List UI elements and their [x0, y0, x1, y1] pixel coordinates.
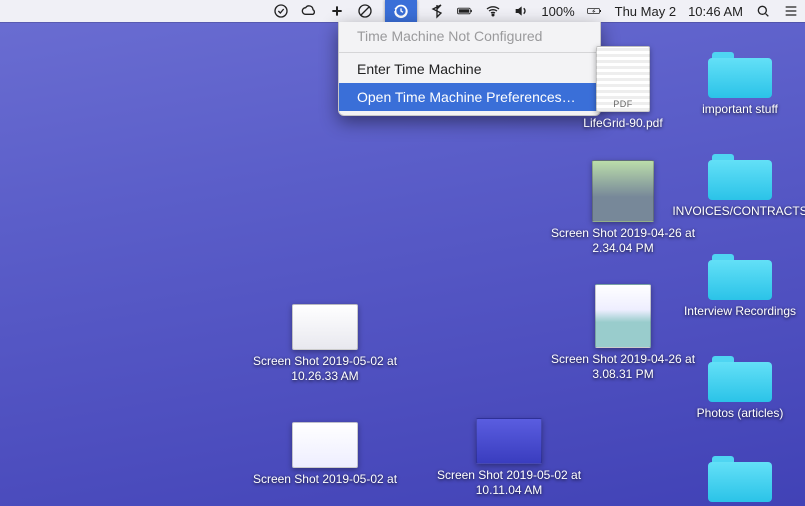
icon-label: Screen Shot 2019-05-02 at 10.26.33 AM [250, 354, 400, 384]
file-screenshot-4[interactable]: Screen Shot 2019-05-02 at 10.11.04 AM [434, 418, 584, 498]
file-screenshot-2[interactable]: Screen Shot 2019-04-26 at 3.08.31 PM [548, 284, 698, 382]
time-machine-menu[interactable] [385, 0, 417, 22]
wifi-icon[interactable] [485, 0, 501, 22]
checkmark-icon[interactable] [273, 0, 289, 22]
image-icon [292, 422, 358, 468]
folder-icon [708, 154, 772, 200]
icon-label: Photos (articles) [697, 406, 784, 421]
do-not-disturb-icon[interactable] [357, 0, 373, 22]
image-icon [476, 418, 542, 464]
image-icon [595, 284, 651, 348]
folder-icon [708, 456, 772, 502]
bluetooth-icon[interactable] [429, 0, 445, 22]
menubar: 100% Thu May 2 10:46 AM [0, 0, 805, 22]
icon-label: Screen Shot 2019-05-02 at 10.11.04 AM [434, 468, 584, 498]
plus-icon[interactable] [329, 0, 345, 22]
folder-icon [708, 254, 772, 300]
battery-charging-icon[interactable] [587, 0, 603, 22]
spotlight-icon[interactable] [755, 0, 771, 22]
folder-icon [708, 52, 772, 98]
icon-label: Interview Recordings [684, 304, 796, 319]
icon-label: Screen Shot 2019-04-26 at 2.34.04 PM [548, 226, 698, 256]
folder-bottom[interactable] [665, 456, 805, 502]
icon-label: Screen Shot 2019-04-26 at 3.08.31 PM [548, 352, 698, 382]
notification-center-icon[interactable] [783, 0, 799, 22]
folder-icon [708, 356, 772, 402]
file-screenshot-1[interactable]: Screen Shot 2019-04-26 at 2.34.04 PM [548, 160, 698, 256]
battery-percent: 100% [541, 0, 574, 22]
file-screenshot-3[interactable]: Screen Shot 2019-05-02 at 10.26.33 AM [250, 304, 400, 384]
icon-label: Screen Shot 2019-05-02 at [253, 472, 397, 487]
menubar-time[interactable]: 10:46 AM [688, 0, 743, 22]
desktop[interactable]: important stuff INVOICES/CONTRACTS Inter… [0, 22, 805, 506]
file-screenshot-5[interactable]: Screen Shot 2019-05-02 at [250, 422, 400, 487]
pdf-icon: PDF [596, 46, 650, 112]
icon-label: LifeGrid-90.pdf [583, 116, 662, 131]
menubar-date[interactable]: Thu May 2 [615, 0, 676, 22]
image-icon [592, 160, 654, 222]
icon-label: important stuff [702, 102, 778, 117]
volume-icon[interactable] [513, 0, 529, 22]
file-lifegrid-pdf[interactable]: PDF LifeGrid-90.pdf [548, 46, 698, 131]
image-icon [292, 304, 358, 350]
creative-cloud-icon[interactable] [301, 0, 317, 22]
pdf-badge: PDF [597, 99, 649, 109]
battery-icon[interactable] [457, 0, 473, 22]
